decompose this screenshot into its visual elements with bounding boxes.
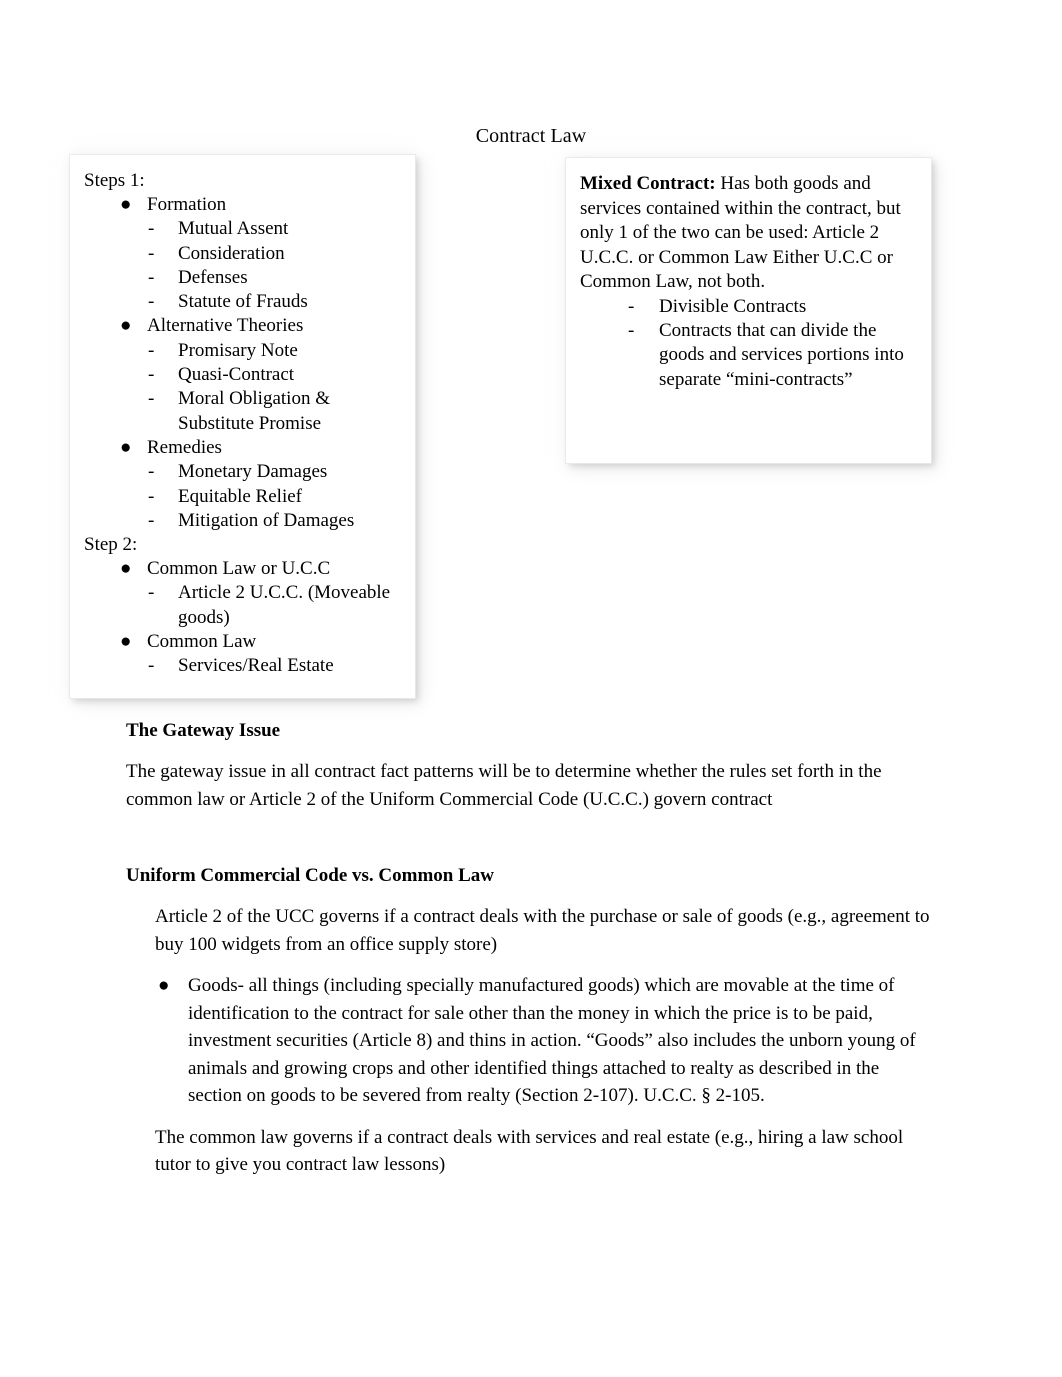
dash-icon: - bbox=[628, 295, 635, 317]
sub-list: - Services/Real Estate bbox=[148, 654, 409, 678]
dash-icon: - bbox=[148, 266, 155, 288]
mixed-contract-sub-list: - Divisible Contracts - Contracts that c… bbox=[580, 295, 919, 392]
bullet-icon: ● bbox=[120, 631, 132, 653]
list-item: ● Formation - Mutual Assent - Considerat… bbox=[84, 193, 409, 314]
bullet-icon: ● bbox=[120, 315, 132, 337]
sub-list-item-label: Mutual Assent bbox=[178, 218, 289, 240]
sub-list-item: - Quasi-Contract bbox=[148, 363, 409, 387]
sub-list-item-label: Consideration bbox=[178, 242, 285, 264]
list-item: ● Common Law - Services/Real Estate bbox=[84, 630, 409, 679]
list-item-label: Remedies bbox=[147, 436, 222, 458]
gateway-issue-paragraph: The gateway issue in all contract fact p… bbox=[126, 761, 882, 810]
gateway-issue-heading: The Gateway Issue bbox=[126, 720, 281, 741]
sub-list-item-label: Monetary Damages bbox=[178, 461, 328, 483]
dash-icon: - bbox=[148, 485, 155, 507]
dash-icon: - bbox=[148, 388, 155, 410]
dash-icon: - bbox=[628, 320, 635, 342]
list-item-label: Common Law or U.C.C bbox=[147, 558, 331, 580]
sub-list-item: - Contracts that can divide the goods an… bbox=[628, 319, 919, 392]
mixed-contract-textbox: Mixed Contract: Has both goods and servi… bbox=[566, 158, 931, 463]
dash-icon: - bbox=[148, 364, 155, 386]
sub-list-item: - Mutual Assent bbox=[148, 217, 409, 241]
sub-list-item-label: Divisible Contracts bbox=[659, 295, 807, 317]
list-item: ● Alternative Theories - Promisary Note … bbox=[84, 314, 409, 435]
sub-list-item: - Promisary Note bbox=[148, 339, 409, 363]
sub-list-item: - Services/Real Estate bbox=[148, 654, 409, 678]
dash-icon: - bbox=[148, 291, 155, 313]
mixed-contract-heading: Mixed Contract: bbox=[580, 173, 716, 194]
list-item-label: Common Law bbox=[147, 631, 257, 653]
sub-list-item-label: Equitable Relief bbox=[178, 485, 302, 507]
sub-list-item: - Consideration bbox=[148, 242, 409, 266]
list-item-label: Alternative Theories bbox=[147, 315, 304, 337]
step1-list: ● Formation - Mutual Assent - Considerat… bbox=[84, 193, 409, 533]
list-item-label: Formation bbox=[147, 194, 227, 215]
dash-icon: - bbox=[148, 242, 155, 264]
sub-list-item: - Divisible Contracts bbox=[628, 295, 919, 319]
mixed-contract-paragraph: Mixed Contract: Has both goods and servi… bbox=[580, 172, 919, 295]
list-item: ● Goods- all things (including specially… bbox=[155, 972, 936, 1110]
dash-icon: - bbox=[148, 339, 155, 361]
sub-list-item-label: Quasi-Contract bbox=[178, 364, 295, 386]
dash-icon: - bbox=[148, 461, 155, 483]
document-page: Contract Law Steps 1: ● Formation - Mutu… bbox=[0, 0, 1062, 1377]
sub-list: - Promisary Note - Quasi-Contract - Mora… bbox=[148, 339, 409, 436]
goods-definition-list: ● Goods- all things (including specially… bbox=[126, 972, 936, 1110]
sub-list-item: - Mitigation of Damages bbox=[148, 509, 409, 533]
sub-list-item: - Monetary Damages bbox=[148, 460, 409, 484]
common-law-paragraph: The common law governs if a contract dea… bbox=[155, 1126, 904, 1176]
sub-list: - Monetary Damages - Equitable Relief - … bbox=[148, 460, 409, 533]
sub-list-item-label: Contracts that can divide the goods and … bbox=[659, 320, 904, 390]
bullet-icon: ● bbox=[120, 436, 132, 458]
mixed-contract-textbox-content: Mixed Contract: Has both goods and servi… bbox=[566, 158, 931, 400]
document-body: The Gateway Issue The gateway issue in a… bbox=[126, 718, 936, 1179]
dash-icon: - bbox=[148, 582, 155, 604]
sub-list-item-label: Article 2 U.C.C. (Moveable goods) bbox=[178, 582, 391, 628]
bullet-icon: ● bbox=[120, 194, 132, 215]
step1-label: Steps 1: bbox=[84, 170, 145, 191]
sub-list-item-label: Promisary Note bbox=[178, 339, 298, 361]
sub-list-item: - Moral Obligation & Substitute Promise bbox=[148, 387, 409, 436]
bullet-icon: ● bbox=[158, 975, 170, 996]
sub-list-item: - Defenses bbox=[148, 266, 409, 290]
sub-list-item: - Article 2 U.C.C. (Moveable goods) bbox=[148, 581, 409, 630]
steps-textbox-content: Steps 1: ● Formation - Mutual Assent - C… bbox=[70, 155, 415, 687]
bullet-icon: ● bbox=[120, 558, 132, 580]
ucc-paragraph: Article 2 of the UCC governs if a contra… bbox=[155, 906, 930, 955]
step2-label: Step 2: bbox=[84, 534, 138, 556]
goods-definition-text: Goods- all things (including specially m… bbox=[188, 975, 916, 1106]
sub-list-item: - Statute of Frauds bbox=[148, 290, 409, 314]
list-item: ● Common Law or U.C.C - Article 2 U.C.C.… bbox=[84, 557, 409, 630]
dash-icon: - bbox=[148, 655, 155, 677]
sub-list-item: - Equitable Relief bbox=[148, 485, 409, 509]
page-title: Contract Law bbox=[475, 125, 587, 147]
dash-icon: - bbox=[148, 509, 155, 531]
sub-list: - Mutual Assent - Consideration - Defens… bbox=[148, 217, 409, 314]
step2-list: ● Common Law or U.C.C - Article 2 U.C.C.… bbox=[84, 557, 409, 678]
sub-list-item-label: Mitigation of Damages bbox=[178, 509, 355, 531]
sub-list-item-label: Defenses bbox=[178, 266, 248, 288]
sub-list-item-label: Moral Obligation & Substitute Promise bbox=[178, 388, 330, 434]
list-item: ● Remedies - Monetary Damages - Equitabl… bbox=[84, 436, 409, 533]
ucc-vs-common-law-heading: Uniform Commercial Code vs. Common Law bbox=[126, 865, 494, 886]
sub-list: - Article 2 U.C.C. (Moveable goods) bbox=[148, 581, 409, 630]
dash-icon: - bbox=[148, 218, 155, 240]
steps-textbox: Steps 1: ● Formation - Mutual Assent - C… bbox=[70, 155, 415, 698]
sub-list-item-label: Services/Real Estate bbox=[178, 655, 334, 677]
sub-list-item-label: Statute of Frauds bbox=[178, 291, 308, 313]
